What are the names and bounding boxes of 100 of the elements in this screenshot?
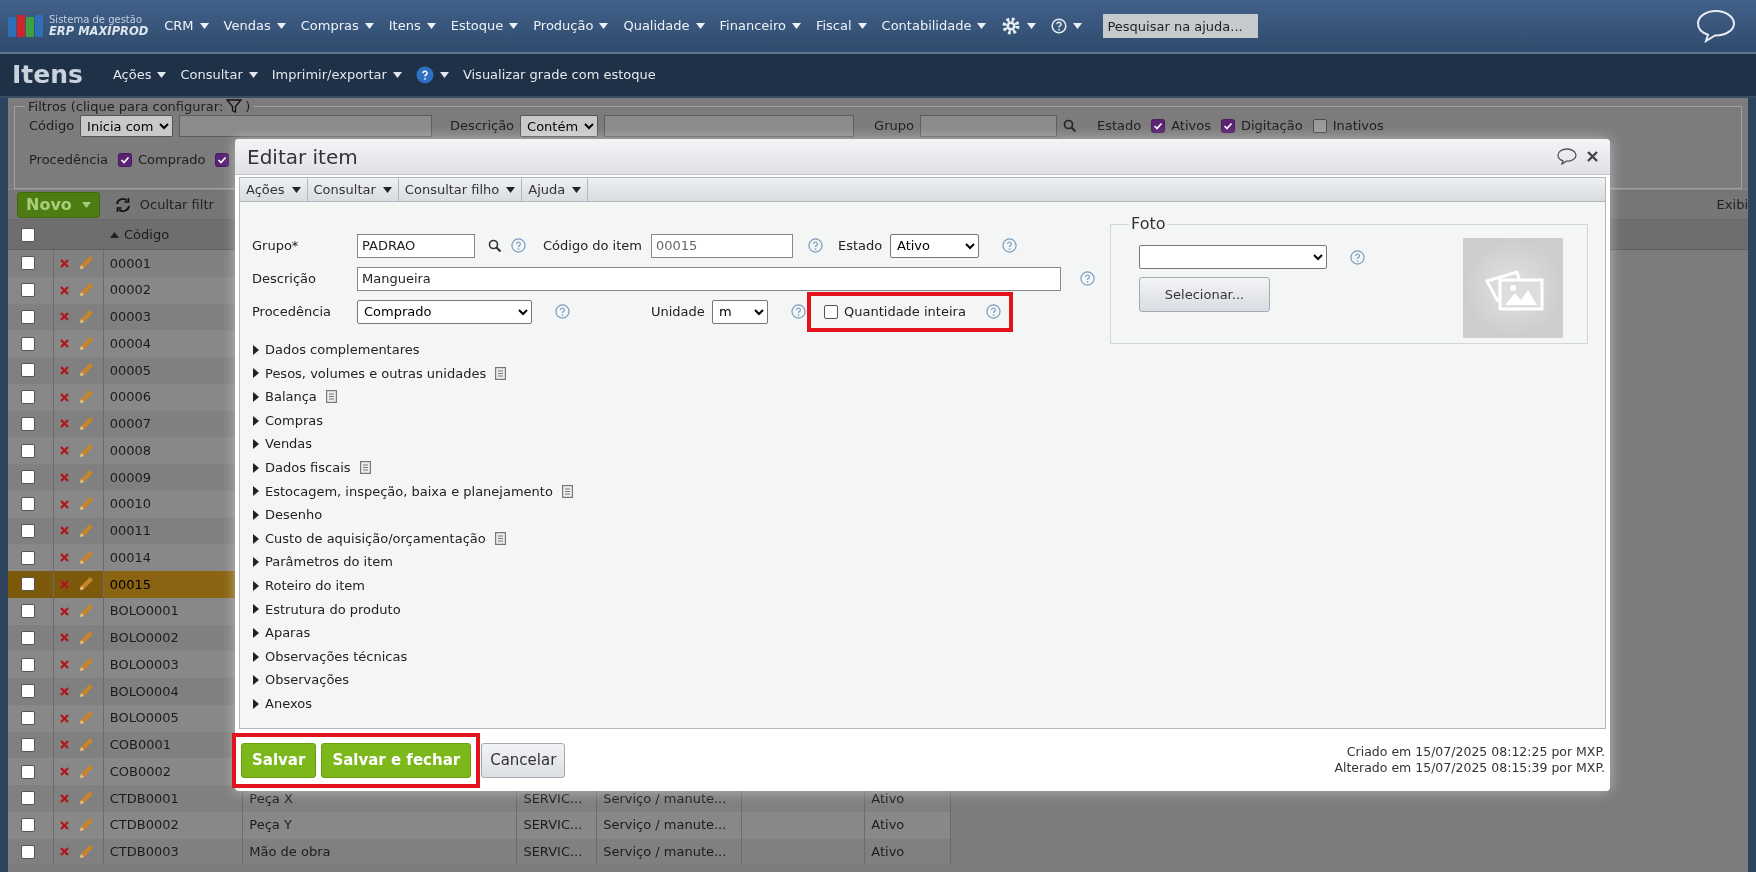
checkbox[interactable] [21, 764, 35, 779]
checkbox[interactable] [21, 497, 35, 512]
help-icon[interactable] [555, 304, 570, 319]
expand-icon[interactable] [253, 533, 259, 544]
table-cell[interactable]: CTDB0003 [103, 838, 244, 866]
section-toggle[interactable]: Balança [265, 387, 317, 407]
help-icon[interactable] [1002, 238, 1017, 253]
checkbox[interactable] [21, 227, 35, 242]
checkbox[interactable] [21, 256, 35, 271]
checkbox[interactable] [21, 604, 35, 619]
checkbox[interactable] [21, 684, 35, 699]
expand-icon[interactable] [253, 415, 259, 426]
help-icon[interactable] [511, 238, 526, 253]
checkbox[interactable] [21, 390, 35, 405]
section-toggle[interactable]: Estrutura do produto [265, 599, 401, 620]
menu-item[interactable]: Compras [296, 16, 378, 36]
expand-icon[interactable] [253, 627, 259, 638]
checkbox[interactable] [21, 523, 35, 538]
checkbox[interactable] [1221, 119, 1235, 133]
grid-link[interactable]: Visualizar grade com estoque [458, 65, 660, 85]
hide-filters-link[interactable]: Ocultar filtr [139, 194, 214, 215]
menu-item[interactable]: Qualidade [619, 16, 709, 36]
section-toggle[interactable]: Roteiro do item [265, 576, 365, 596]
menu-item[interactable]: Consultar filho [398, 178, 523, 201]
menu-item[interactable]: CRM [160, 16, 213, 36]
checkbox[interactable] [215, 153, 230, 167]
expand-icon[interactable] [253, 368, 259, 379]
menu-item[interactable]: Estoque [446, 16, 523, 36]
note-icon[interactable] [561, 484, 573, 498]
checkbox[interactable] [1312, 119, 1327, 133]
help-icon[interactable] [985, 304, 1001, 319]
help-icon[interactable] [1350, 249, 1365, 265]
help-icon[interactable] [791, 304, 806, 319]
expand-icon[interactable] [253, 509, 259, 520]
section-toggle[interactable]: Parâmetros do item [265, 552, 393, 572]
menu-item[interactable]: Consultar [176, 65, 262, 85]
checkbox[interactable] [21, 336, 35, 351]
origin-select[interactable]: Comprado [357, 299, 532, 324]
checkbox[interactable] [21, 630, 35, 645]
menu-item[interactable]: Contabilidade [877, 16, 991, 36]
menu-item[interactable]: Ajuda [522, 178, 589, 201]
expand-icon[interactable] [253, 344, 259, 355]
expand-icon[interactable] [253, 580, 259, 591]
note-icon[interactable] [495, 366, 507, 380]
search-icon[interactable] [488, 238, 502, 253]
expand-icon[interactable] [253, 698, 259, 709]
expand-icon[interactable] [253, 486, 259, 497]
checkbox[interactable] [1151, 119, 1166, 133]
search-field[interactable]: Pesquisar na ajuda... [1103, 14, 1259, 38]
checkbox[interactable] [21, 443, 35, 458]
checkbox[interactable] [21, 818, 35, 833]
unit-select[interactable]: m [712, 299, 768, 324]
display-link[interactable]: Exibi [1716, 194, 1748, 215]
section-toggle[interactable]: Pesos, volumes e outras unidades [265, 363, 487, 384]
note-icon[interactable] [325, 390, 337, 404]
checkbox[interactable] [21, 737, 35, 752]
select-button[interactable]: Selecionar... [1139, 277, 1270, 312]
section-toggle[interactable]: Aparas [265, 623, 311, 643]
checkbox[interactable] [824, 304, 838, 319]
section-toggle[interactable]: Dados fiscais [265, 458, 351, 478]
checkbox[interactable] [21, 363, 35, 378]
expand-icon[interactable] [253, 557, 259, 568]
status-select[interactable]: Ativo [890, 233, 979, 258]
checkbox[interactable] [21, 844, 35, 859]
section-toggle[interactable]: Estocagem, inspeção, baixa e planejamento [265, 481, 553, 502]
checkbox[interactable] [118, 153, 132, 167]
description-field[interactable]: Mangueira [357, 266, 1061, 291]
filter-mode-select[interactable]: Inicia com [80, 115, 174, 137]
checkbox[interactable] [21, 416, 35, 431]
filter-field[interactable] [604, 115, 855, 137]
chat-icon[interactable] [1557, 148, 1577, 165]
expand-icon[interactable] [253, 651, 259, 662]
menu-item[interactable]: Consultar [307, 178, 399, 201]
menu-item[interactable]: Itens [384, 16, 440, 36]
refresh-icon[interactable] [113, 196, 132, 213]
checkbox[interactable] [21, 577, 35, 592]
expand-icon[interactable] [253, 439, 259, 450]
menu-item[interactable]: Fiscal [811, 16, 871, 36]
section-toggle[interactable]: Desenho [265, 505, 323, 525]
checkbox[interactable] [21, 791, 35, 806]
menu-item[interactable]: Ações [108, 65, 171, 85]
checkbox[interactable] [21, 711, 35, 726]
checkbox[interactable] [21, 309, 35, 324]
expand-icon[interactable] [253, 675, 259, 686]
section-toggle[interactable]: Observações técnicas [265, 646, 408, 667]
help-icon[interactable] [1080, 271, 1095, 286]
filter-field[interactable] [179, 115, 433, 137]
section-toggle[interactable]: Custo de aquisição/orçamentação [265, 528, 486, 549]
section-toggle[interactable]: Anexos [265, 693, 312, 714]
table-cell[interactable]: CTDB0002 [103, 811, 244, 839]
checkbox[interactable] [21, 657, 35, 672]
section-toggle[interactable]: Compras [265, 410, 324, 431]
cancel-button[interactable]: Cancelar [481, 742, 566, 778]
menu-item[interactable]: Vendas [219, 16, 290, 36]
filter-icon[interactable] [226, 99, 243, 113]
expand-icon[interactable] [253, 604, 259, 615]
photo-select[interactable] [1139, 245, 1327, 269]
section-toggle[interactable]: Vendas [265, 434, 313, 454]
expand-icon[interactable] [253, 462, 259, 473]
group-field[interactable]: PADRAO [357, 233, 475, 258]
